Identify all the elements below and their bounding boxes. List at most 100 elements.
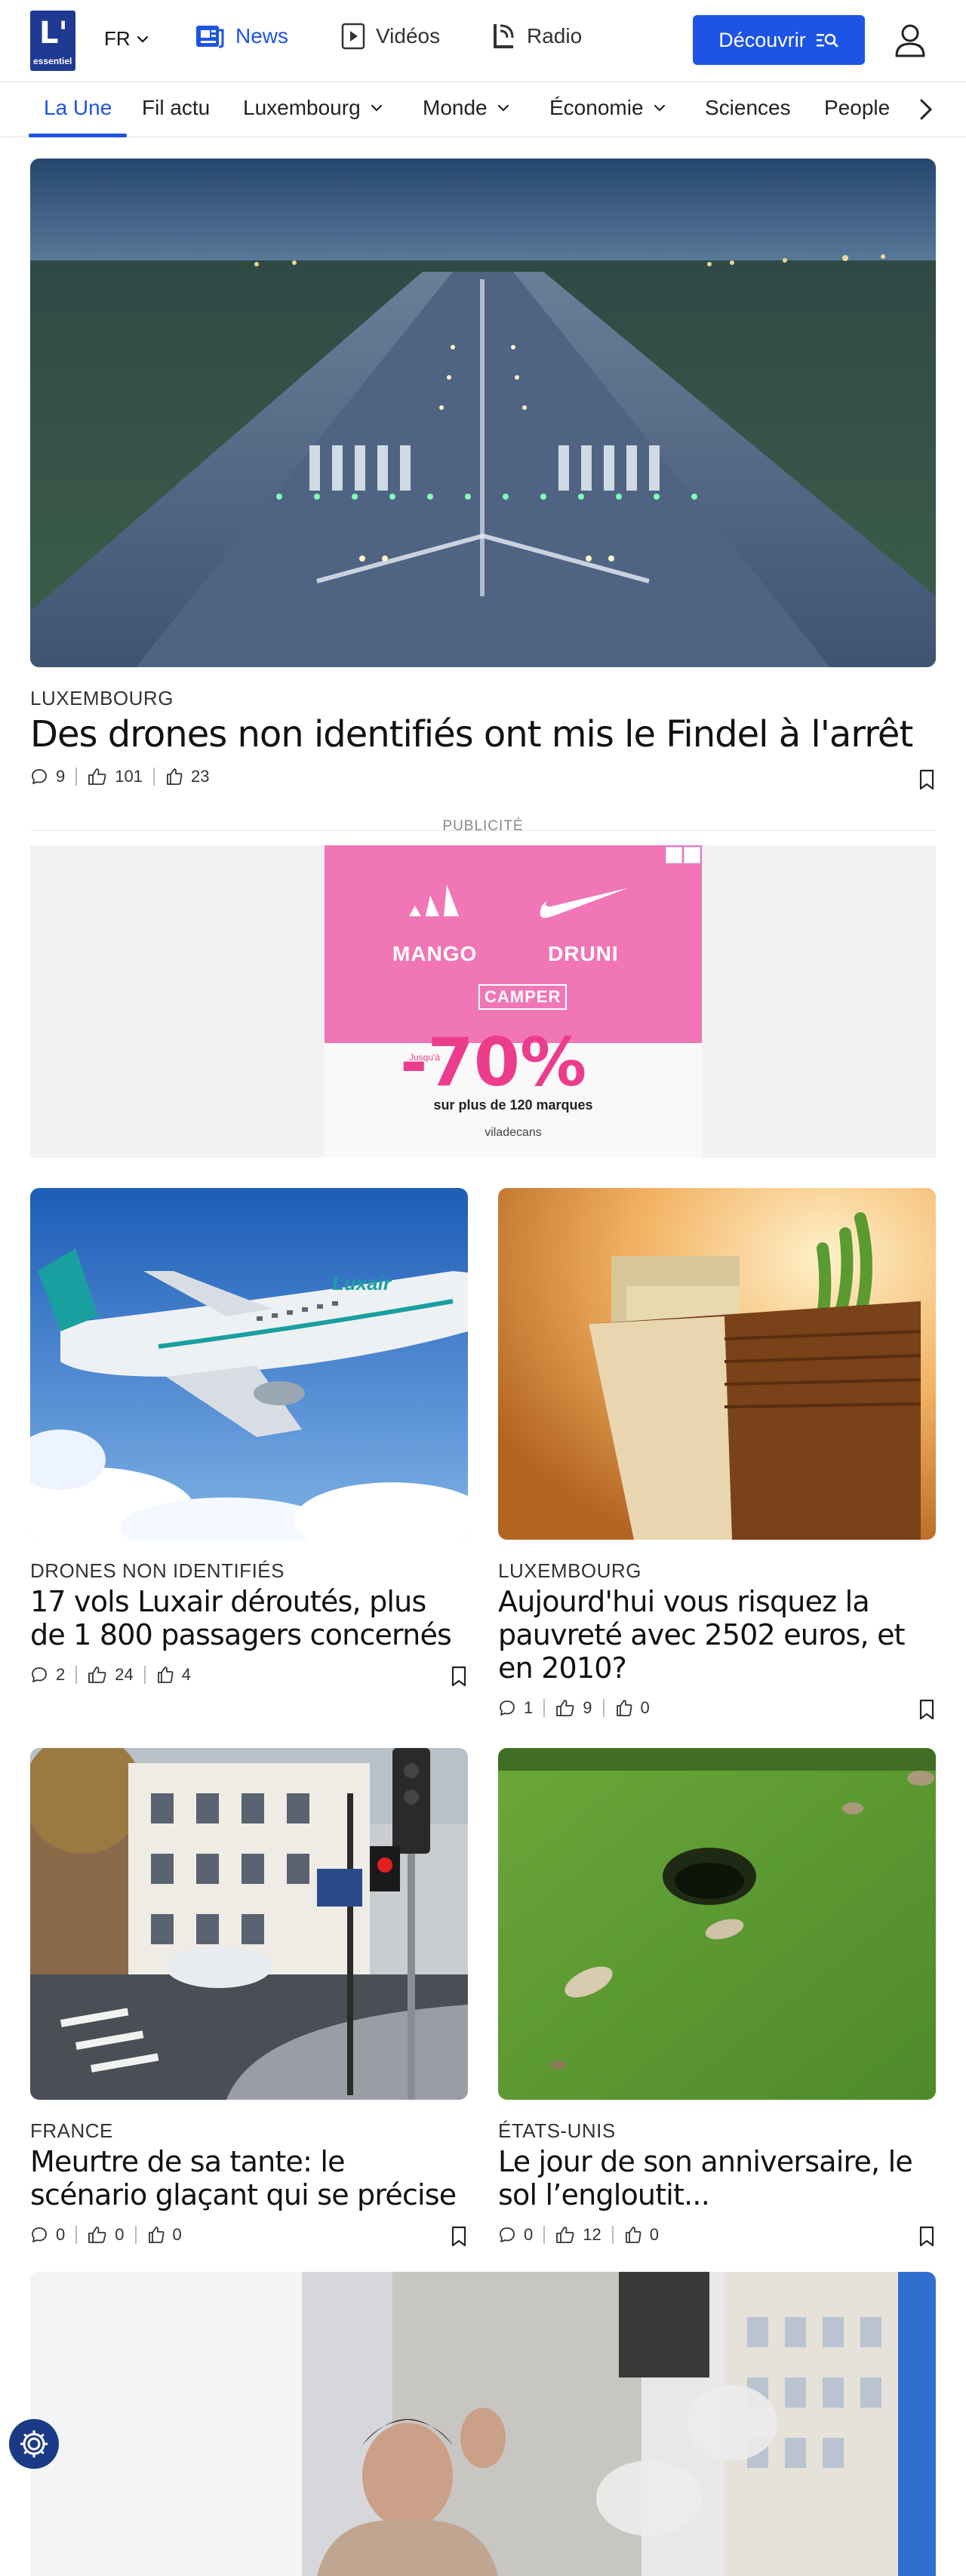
like-count-value: 101 xyxy=(115,767,143,786)
ad-banner[interactable]: MANGO DRUNI CAMPER Jusqu'à -70% sur plus… xyxy=(30,845,936,1158)
section-scroll-right-button[interactable] xyxy=(910,94,940,125)
share-icon xyxy=(625,2227,641,2243)
ad-choices-icon[interactable] xyxy=(666,847,682,863)
share-count[interactable]: 23 xyxy=(165,767,209,786)
article-headline[interactable]: Meurtre de sa tante: le scénario glaçant… xyxy=(30,2145,468,2211)
bookmark-button[interactable] xyxy=(450,2225,468,2248)
divider xyxy=(134,2226,137,2244)
nav-radio[interactable]: Radio xyxy=(492,23,582,50)
hero-category[interactable]: LUXEMBOURG xyxy=(30,687,174,710)
article-image[interactable] xyxy=(30,2272,936,2576)
section-label: Économie xyxy=(549,96,644,119)
bookmark-button[interactable] xyxy=(450,1665,468,1688)
article-headline[interactable]: Aujourd'hui vous risquez la pauvreté ave… xyxy=(498,1585,936,1685)
ad-divider xyxy=(30,830,936,831)
divider xyxy=(75,1666,78,1684)
article-stats: 0 0 0 xyxy=(30,2225,182,2245)
share-count[interactable]: 4 xyxy=(156,1665,191,1685)
section-monde[interactable]: Monde xyxy=(423,96,512,120)
user-icon xyxy=(895,24,925,57)
ad-footer-brand: viladecans xyxy=(485,1126,542,1139)
like-count[interactable]: 9 xyxy=(555,1698,592,1718)
active-section-indicator xyxy=(29,134,127,137)
share-count[interactable]: 0 xyxy=(615,1698,650,1718)
article-headline[interactable]: Le jour de son anniversaire, le sol l’en… xyxy=(498,2145,936,2211)
ad-creative[interactable]: MANGO DRUNI CAMPER Jusqu'à -70% sur plus… xyxy=(325,845,702,1158)
share-icon xyxy=(616,1700,632,1716)
discover-button[interactable]: Découvrir xyxy=(693,15,865,65)
svg-text:Luxair: Luxair xyxy=(332,1272,392,1294)
like-count-value: 0 xyxy=(115,2225,125,2244)
nav-videos[interactable]: Vidéos xyxy=(341,23,440,50)
comment-count-value: 0 xyxy=(56,2225,66,2244)
user-account-button[interactable] xyxy=(891,23,930,59)
article-headline[interactable]: 17 vols Luxair déroutés, plus de 1 800 p… xyxy=(30,1585,468,1651)
comment-count-value: 0 xyxy=(524,2225,534,2244)
hero-image[interactable] xyxy=(30,158,936,667)
like-count[interactable]: 0 xyxy=(88,2225,125,2245)
hero-headline[interactable]: Des drones non identifiés ont mis le Fin… xyxy=(30,712,936,756)
nav-radio-label: Radio xyxy=(527,24,583,48)
language-selector[interactable]: FR xyxy=(104,27,150,51)
thumbs-up-icon xyxy=(88,1667,106,1683)
ad-brand-camper: CAMPER xyxy=(478,984,568,1010)
bookmark-button[interactable] xyxy=(918,2225,936,2248)
like-count[interactable]: 12 xyxy=(555,2225,601,2245)
section-luxembourg[interactable]: Luxembourg xyxy=(243,96,385,120)
nav-news[interactable]: News xyxy=(195,23,288,50)
section-economie[interactable]: Économie xyxy=(549,96,668,120)
like-count[interactable]: 101 xyxy=(88,767,143,786)
article-image[interactable]: 50 xyxy=(498,1188,936,1540)
comment-icon xyxy=(500,1700,515,1716)
section-label: Monde xyxy=(423,96,488,119)
comment-icon xyxy=(32,1667,47,1682)
bookmark-button[interactable] xyxy=(918,1698,936,1721)
section-people[interactable]: People xyxy=(824,96,890,120)
comment-count[interactable]: 2 xyxy=(30,1665,65,1685)
ad-controls[interactable] xyxy=(666,847,700,863)
article-image[interactable] xyxy=(498,1748,936,2100)
bookmark-icon xyxy=(451,1666,466,1687)
nike-logo xyxy=(540,888,629,918)
share-count[interactable]: 0 xyxy=(147,2225,182,2245)
section-label: Sciences xyxy=(705,96,791,119)
article-category[interactable]: DRONES NON IDENTIFIÉS xyxy=(30,1559,285,1583)
comment-count[interactable]: 0 xyxy=(30,2225,65,2245)
article-category[interactable]: FRANCE xyxy=(30,2119,113,2143)
divider xyxy=(152,768,155,786)
section-la-une[interactable]: La Une xyxy=(44,96,112,120)
article-image[interactable] xyxy=(30,1748,468,2100)
gear-icon xyxy=(20,2430,48,2458)
discover-label: Découvrir xyxy=(718,28,806,51)
section-fil-actu[interactable]: Fil actu xyxy=(142,96,210,120)
chevron-down-icon xyxy=(137,35,148,43)
bookmark-icon xyxy=(451,2226,466,2247)
article-image[interactable]: Luxair xyxy=(30,1188,468,1540)
like-count-value: 12 xyxy=(583,2225,601,2244)
cookie-settings-button[interactable] xyxy=(9,2419,59,2469)
share-icon xyxy=(157,1667,174,1683)
play-icon xyxy=(341,23,365,50)
share-count[interactable]: 0 xyxy=(624,2225,659,2245)
thumbs-up-icon xyxy=(556,1700,574,1716)
section-label: Fil actu xyxy=(142,96,211,119)
ad-menu-icon[interactable] xyxy=(684,847,700,863)
chevron-down-icon xyxy=(371,104,382,112)
share-count-value: 0 xyxy=(649,2225,659,2244)
comment-count[interactable]: 1 xyxy=(498,1698,533,1718)
section-sciences[interactable]: Sciences xyxy=(705,96,791,120)
article-category[interactable]: LUXEMBOURG xyxy=(498,1559,641,1583)
comment-icon xyxy=(32,769,47,784)
bookmark-button[interactable] xyxy=(918,768,936,791)
ad-discount: -70% xyxy=(400,1023,587,1101)
nav-news-label: News xyxy=(235,24,289,48)
site-logo[interactable]: L' essentiel xyxy=(30,11,75,71)
article-stats: 2 24 4 xyxy=(30,1665,191,1685)
comment-count[interactable]: 0 xyxy=(498,2225,533,2245)
thumbs-up-icon xyxy=(88,2227,106,2243)
comment-icon xyxy=(500,2227,515,2242)
like-count[interactable]: 24 xyxy=(88,1665,134,1685)
like-count-value: 9 xyxy=(583,1698,592,1717)
article-category[interactable]: ÉTATS-UNIS xyxy=(498,2119,616,2143)
comment-count[interactable]: 9 xyxy=(30,767,65,786)
